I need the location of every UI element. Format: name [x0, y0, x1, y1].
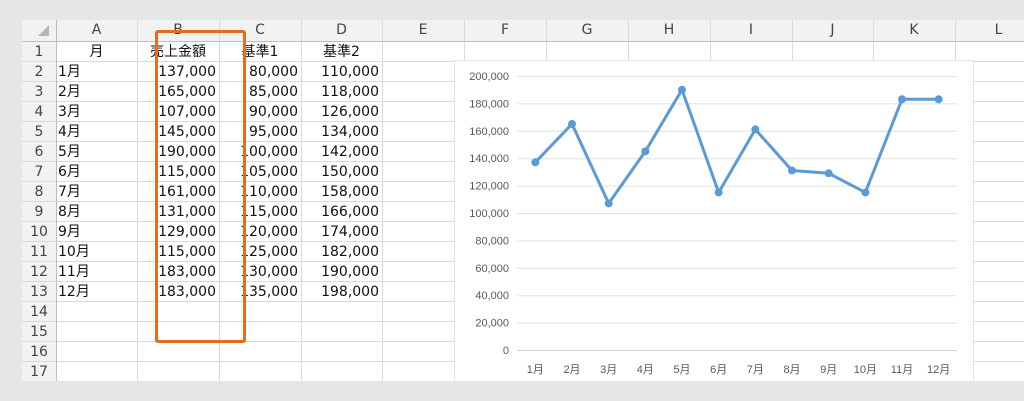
data-point: [861, 188, 870, 197]
column-header[interactable]: D: [301, 20, 382, 41]
cell[interactable]: 166,000: [301, 202, 382, 222]
select-all-corner[interactable]: [38, 25, 49, 36]
x-tick-label: 9月: [820, 364, 837, 376]
cell[interactable]: 134,000: [301, 122, 382, 142]
cell[interactable]: 2月: [56, 82, 137, 102]
x-tick-label: 7月: [747, 364, 764, 376]
cell[interactable]: 190,000: [301, 262, 382, 282]
chart-plot: 0 20,000 40,000 60,000 80,000 100,000 120,000 1…: [469, 71, 957, 376]
cell[interactable]: 4月: [56, 122, 137, 142]
row-header[interactable]: 1: [22, 42, 56, 62]
x-tick-label: 2月: [563, 364, 580, 376]
data-point: [568, 119, 576, 128]
x-tick-label: 5月: [673, 364, 690, 376]
data-point: [531, 158, 540, 167]
y-tick-label: 180,000: [469, 98, 509, 110]
x-tick-label: 3月: [600, 364, 617, 376]
y-tick-label: 100,000: [469, 208, 509, 220]
column-header[interactable]: L: [955, 20, 1024, 41]
row-header[interactable]: 10: [22, 222, 56, 242]
column-header[interactable]: K: [873, 20, 955, 41]
column-header[interactable]: J: [792, 20, 873, 41]
column-b-highlight-box: [155, 30, 246, 343]
column-header[interactable]: H: [628, 20, 710, 41]
data-point: [751, 125, 760, 134]
y-tick-label: 20,000: [475, 318, 509, 330]
cell[interactable]: 110,000: [301, 62, 382, 82]
y-tick-label: 80,000: [475, 235, 509, 247]
data-point: [788, 166, 796, 175]
row-header[interactable]: 16: [22, 342, 56, 362]
row-header[interactable]: 2: [22, 62, 56, 82]
row-header[interactable]: 12: [22, 262, 56, 282]
row-header[interactable]: 3: [22, 82, 56, 102]
x-tick-label: 11月: [891, 364, 913, 376]
y-tick-label: 160,000: [469, 126, 509, 138]
cell[interactable]: 198,000: [301, 282, 382, 302]
x-tick-label: 8月: [783, 364, 800, 376]
data-point: [678, 85, 686, 94]
y-tick-label: 140,000: [469, 153, 509, 165]
x-tick-label: 1月: [527, 364, 544, 376]
x-tick-label: 12月: [927, 364, 950, 376]
cell[interactable]: 126,000: [301, 102, 382, 122]
column-header[interactable]: A: [56, 20, 137, 41]
y-tick-label: 40,000: [475, 290, 509, 302]
cell[interactable]: 10月: [56, 242, 137, 262]
column-header[interactable]: E: [382, 20, 464, 41]
cell[interactable]: 6月: [56, 162, 137, 182]
row-header[interactable]: 17: [22, 362, 56, 381]
row-header[interactable]: 14: [22, 302, 56, 322]
column-header[interactable]: I: [710, 20, 792, 41]
data-point: [714, 188, 723, 197]
cell[interactable]: 月: [56, 42, 137, 62]
row-header[interactable]: 6: [22, 142, 56, 162]
data-point: [641, 147, 650, 156]
cell[interactable]: 11月: [56, 262, 137, 282]
cell[interactable]: 182,000: [301, 242, 382, 262]
cell[interactable]: 158,000: [301, 182, 382, 202]
x-tick-label: 6月: [710, 364, 727, 376]
x-tick-label: 4月: [637, 364, 654, 376]
row-header[interactable]: 5: [22, 122, 56, 142]
row-header[interactable]: 8: [22, 182, 56, 202]
row-header[interactable]: 15: [22, 322, 56, 342]
spreadsheet-grid[interactable]: ABCDEFGHIJKL 1 2 3 4 5 6 7 8 9 10 11 12 13 14 15 16 17 月…: [22, 20, 1024, 381]
data-point: [604, 199, 613, 208]
line-chart[interactable]: 0 20,000 40,000 60,000 80,000 100,000 120,000 1…: [454, 60, 974, 381]
cell[interactable]: 142,000: [301, 142, 382, 162]
cell[interactable]: 150,000: [301, 162, 382, 182]
y-tick-label: 60,000: [475, 263, 509, 275]
cell[interactable]: 9月: [56, 222, 137, 242]
y-tick-label: 0: [503, 345, 509, 357]
cell[interactable]: 基準2: [301, 42, 382, 62]
y-tick-label: 200,000: [469, 71, 509, 83]
row-header[interactable]: 13: [22, 282, 56, 302]
cell[interactable]: 12月: [56, 282, 137, 302]
data-point: [898, 95, 906, 104]
x-tick-label: 10月: [854, 364, 877, 376]
row-header[interactable]: 7: [22, 162, 56, 182]
cell[interactable]: 5月: [56, 142, 137, 162]
cell[interactable]: 8月: [56, 202, 137, 222]
column-header[interactable]: F: [464, 20, 546, 41]
cell[interactable]: 3月: [56, 102, 137, 122]
row-header[interactable]: 9: [22, 202, 56, 222]
y-tick-label: 120,000: [469, 181, 509, 193]
cell[interactable]: 174,000: [301, 222, 382, 242]
cell[interactable]: 118,000: [301, 82, 382, 102]
data-point: [934, 95, 943, 104]
column-header[interactable]: G: [546, 20, 628, 41]
data-point: [824, 169, 833, 178]
cell[interactable]: 7月: [56, 182, 137, 202]
row-header[interactable]: 4: [22, 102, 56, 122]
row-header[interactable]: 11: [22, 242, 56, 262]
cell[interactable]: 1月: [56, 62, 137, 82]
